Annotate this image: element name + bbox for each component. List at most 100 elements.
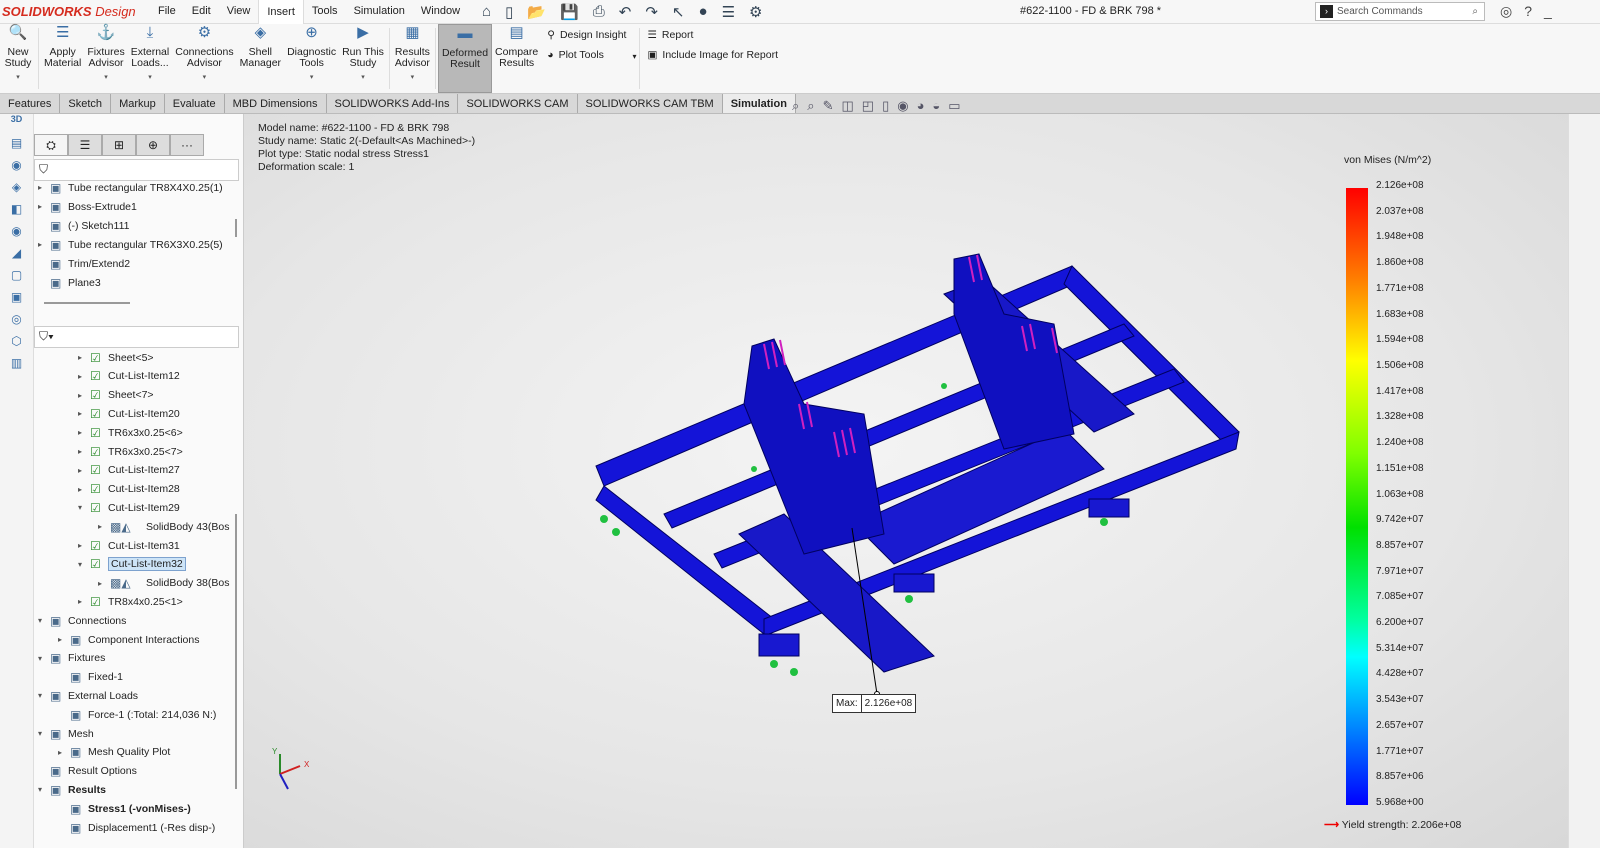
more-tabs[interactable]: ··· [170, 134, 204, 156]
include-image-button[interactable]: ▣ Include Image for Report [648, 49, 778, 61]
rebuild-icon[interactable]: ● [699, 3, 708, 21]
plot-tools-dropdown-icon[interactable]: ▾ [632, 24, 636, 93]
zoom-area-icon[interactable]: ⌕ [807, 98, 814, 114]
expand-arrow-icon[interactable]: ▸ [78, 428, 90, 437]
task-icon[interactable]: ▢ [0, 268, 33, 290]
new-document-icon[interactable]: ▯ [505, 3, 513, 21]
dimxpert-tab[interactable]: ⊕ [136, 134, 170, 156]
tree-item[interactable]: ▣ (-) Sketch111 [38, 216, 129, 235]
task-icon[interactable]: ▤ [0, 136, 33, 158]
options-gear-icon[interactable]: ⚙ [749, 3, 762, 21]
help-icon[interactable]: ? [1524, 3, 1532, 20]
tab-sketch[interactable]: Sketch [60, 94, 112, 113]
study-filter-input[interactable]: ⛉▾ [34, 326, 239, 348]
color-bar[interactable] [1346, 188, 1368, 805]
tab-evaluate[interactable]: Evaluate [165, 94, 225, 113]
previous-view-icon[interactable]: ✎ [823, 98, 834, 114]
user-account-icon[interactable]: ◎ [1500, 3, 1512, 20]
tab-mbd-dimensions[interactable]: MBD Dimensions [225, 94, 327, 113]
minimize-icon[interactable]: _ [1544, 3, 1552, 20]
expand-arrow-icon[interactable]: ▾ [38, 691, 50, 700]
open-icon[interactable]: 📂 [527, 3, 546, 21]
loads-button[interactable]: ⤓ External Loads... ▾ [128, 24, 173, 93]
tree-scrollbar[interactable] [235, 219, 237, 237]
hide-show-icon[interactable]: ◉ [897, 98, 908, 114]
expand-arrow-icon[interactable]: ▸ [38, 202, 50, 211]
task-icon[interactable]: ▣ [0, 290, 33, 312]
expand-arrow-icon[interactable]: ▸ [78, 353, 90, 362]
report-button[interactable]: ☰ Report [648, 29, 778, 41]
tree-item[interactable]: ▾ ▣ Connections [38, 611, 126, 630]
new-study-button[interactable]: 🔍 New Study ▾ [0, 24, 36, 93]
solidworks-logo[interactable]: SOLIDWORKS Design [0, 4, 150, 19]
expand-arrow-icon[interactable]: ▾ [38, 654, 50, 663]
tree-item[interactable]: ▣ Plane3 [38, 273, 101, 292]
expand-arrow-icon[interactable]: ▾ [38, 785, 50, 794]
task-icon[interactable]: ◢ [0, 246, 33, 268]
expand-arrow-icon[interactable]: ▸ [98, 579, 110, 588]
expand-arrow-icon[interactable]: ▸ [38, 183, 50, 192]
save-icon[interactable]: 💾 [560, 3, 579, 21]
feature-manager-tab[interactable]: ⛭ [34, 134, 68, 156]
tab-simulation[interactable]: Simulation [722, 94, 796, 113]
tree-item[interactable]: ▾ ▣ External Loads [38, 686, 138, 705]
dropdown-arrow-icon[interactable]: ▾ [104, 72, 108, 83]
tree-item[interactable]: ▸ ▣ Boss-Extrude1 [38, 197, 137, 216]
connections-button[interactable]: ⚙ Connections Advisor ▾ [172, 24, 236, 93]
menu-simulation[interactable]: Simulation [346, 0, 413, 24]
dropdown-arrow-icon[interactable]: ▾ [16, 72, 20, 83]
fixtures-button[interactable]: ⚓ Fixtures Advisor ▾ [84, 24, 127, 93]
expand-arrow-icon[interactable]: ▸ [58, 635, 70, 644]
tab-features[interactable]: Features [0, 94, 61, 113]
dropdown-arrow-icon[interactable] [259, 72, 261, 83]
expand-arrow-icon[interactable]: ▸ [38, 240, 50, 249]
task-icon[interactable]: ⬡ [0, 334, 33, 356]
tree-item[interactable]: ▸ ▣ Tube rectangular TR8X4X0.25(1) [38, 178, 223, 197]
view-orientation-icon[interactable]: ◰ [862, 98, 874, 114]
tree-item[interactable]: ▸ ☑ Cut-List-Item31 [78, 536, 180, 555]
menu-tools[interactable]: Tools [304, 0, 346, 24]
tree-item[interactable]: ▸ ▩◭ SolidBody 43(Bos [98, 517, 229, 536]
tree-item[interactable]: ▸ ▣ Mesh Quality Plot [58, 743, 170, 762]
dropdown-arrow-icon[interactable] [516, 72, 518, 83]
expand-arrow-icon[interactable]: ▸ [78, 597, 90, 606]
compare-button[interactable]: ▤ Compare Results [492, 24, 541, 93]
expand-arrow-icon[interactable]: ▸ [78, 485, 90, 494]
tree-item[interactable]: ▸ ☑ Sheet<7> [78, 386, 154, 405]
menu-edit[interactable]: Edit [184, 0, 219, 24]
tree-item[interactable]: ▣ Displacement1 (-Res disp-) [58, 818, 215, 837]
task-icon[interactable]: ▥ [0, 356, 33, 378]
expand-arrow-icon[interactable]: ▸ [78, 391, 90, 400]
edit-appearance-icon[interactable]: ◕ [917, 98, 925, 114]
run-button[interactable]: ▶ Run This Study ▾ [339, 24, 387, 93]
tree-item[interactable]: ▸ ☑ TR6x3x0.25<6> [78, 423, 183, 442]
tree-item[interactable]: ▣ Trim/Extend2 [38, 254, 130, 273]
menu-window[interactable]: Window [413, 0, 468, 24]
menu-view[interactable]: View [219, 0, 259, 24]
section-view-icon[interactable]: ◫ [841, 98, 853, 114]
zoom-to-fit-icon[interactable]: ⌕ [792, 98, 799, 114]
design-insight-button[interactable]: ⚲ Design Insight [547, 29, 626, 41]
dropdown-arrow-icon[interactable]: ▾ [361, 72, 365, 83]
expand-arrow-icon[interactable]: ▾ [38, 729, 50, 738]
expand-arrow-icon[interactable]: ▸ [78, 372, 90, 381]
tree-item[interactable]: ▸ ▩◭ SolidBody 38(Bos [98, 574, 229, 593]
graphics-viewport[interactable]: Model name: #622-1100 - FD & BRK 798 Stud… [244, 114, 1568, 848]
horizontal-scrollbar[interactable] [44, 302, 130, 304]
task-icon[interactable]: ◈ [0, 180, 33, 202]
task-icon[interactable]: 3D [0, 114, 33, 136]
menu-file[interactable]: File [150, 0, 184, 24]
tree-item[interactable]: ▾ ▣ Results [38, 780, 106, 799]
expand-arrow-icon[interactable]: ▸ [78, 447, 90, 456]
tab-solidworks-add-ins[interactable]: SOLIDWORKS Add-Ins [327, 94, 459, 113]
display-style-icon[interactable]: ▯ [882, 98, 889, 114]
task-icon[interactable]: ◉ [0, 224, 33, 246]
expand-arrow-icon[interactable]: ▸ [98, 522, 110, 531]
expand-arrow-icon[interactable]: ▸ [58, 748, 70, 757]
tree-item[interactable]: ▸ ☑ Sheet<5> [78, 348, 154, 367]
task-icon[interactable]: ◧ [0, 202, 33, 224]
tree-item[interactable]: ▸ ☑ Cut-List-Item12 [78, 367, 180, 386]
menu-insert[interactable]: Insert [258, 0, 304, 24]
print-icon[interactable]: ⎙ [593, 3, 605, 21]
material-button[interactable]: ☰ Apply Material [41, 24, 84, 93]
